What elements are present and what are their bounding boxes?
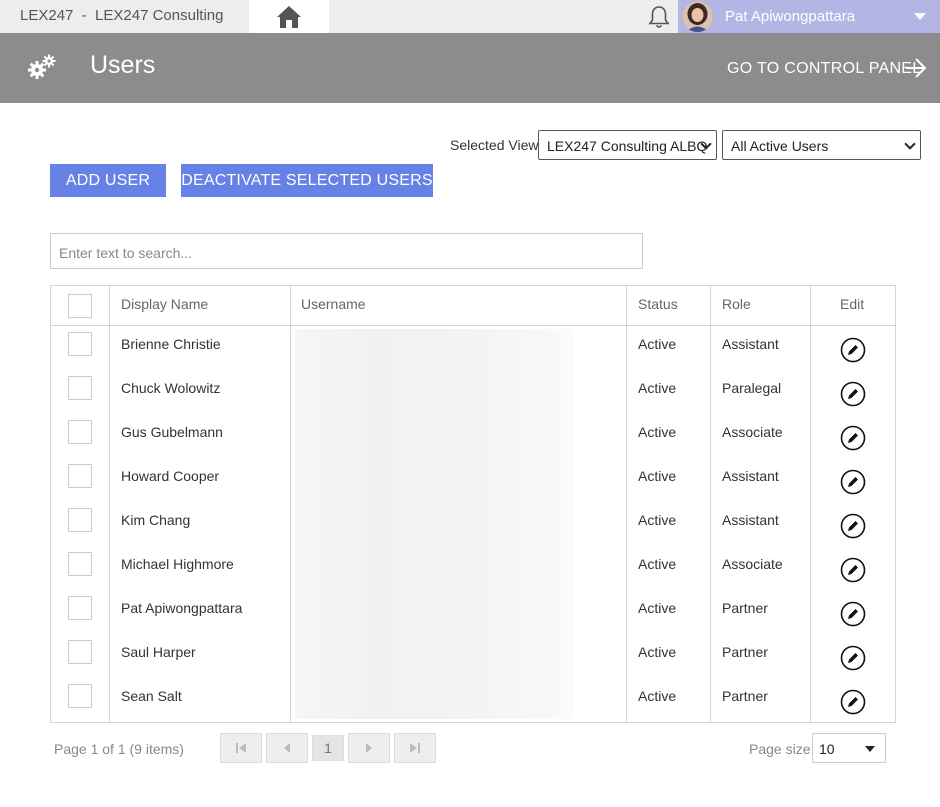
user-filter-select[interactable]: All Active Users	[722, 130, 921, 160]
role-cell: Assistant	[722, 468, 779, 484]
chevron-down-icon	[904, 138, 916, 150]
top-bar: LEX247 - LEX247 Consulting Pat Apiwongpa…	[0, 0, 940, 33]
home-button[interactable]	[249, 0, 329, 33]
edit-icon[interactable]	[840, 381, 866, 407]
previous-page-icon	[284, 743, 290, 753]
status-cell: Active	[638, 600, 677, 616]
edit-icon[interactable]	[840, 513, 866, 539]
status-cell: Active	[638, 336, 677, 352]
role-cell: Assistant	[722, 512, 779, 528]
bell-icon[interactable]	[646, 4, 672, 30]
display-name-cell: Michael Highmore	[121, 556, 234, 572]
status-cell: Active	[638, 644, 677, 660]
row-checkbox[interactable]	[68, 376, 92, 400]
display-name-cell: Chuck Wolowitz	[121, 380, 221, 396]
table-row[interactable]: Saul Harper Active Partner	[51, 634, 895, 678]
office-select-value: LEX247 Consulting ALBQ	[547, 138, 708, 154]
control-panel-link[interactable]: GO TO CONTROL PANEL	[727, 60, 921, 78]
table-row[interactable]: Kim Chang Active Assistant	[51, 502, 895, 546]
column-header-role[interactable]: Role	[722, 296, 751, 312]
table-row[interactable]: Michael Highmore Active Associate	[51, 546, 895, 590]
user-name: Pat Apiwongpattara	[725, 8, 856, 25]
table-row[interactable]: Brienne Christie Active Assistant	[51, 326, 895, 370]
status-cell: Active	[638, 468, 677, 484]
chevron-down-icon	[914, 13, 926, 20]
role-cell: Paralegal	[722, 380, 782, 396]
last-page-button[interactable]	[394, 733, 436, 763]
role-cell: Partner	[722, 644, 768, 660]
column-header-username[interactable]: Username	[301, 296, 366, 312]
display-name-cell: Sean Salt	[121, 688, 182, 704]
gears-icon	[28, 54, 56, 79]
page-title: Users	[90, 51, 156, 79]
page-size-label: Page size:	[749, 741, 815, 757]
role-cell: Partner	[722, 688, 768, 704]
table-header: Display Name Username Status Role Edit	[51, 286, 895, 326]
display-name-cell: Brienne Christie	[121, 336, 221, 352]
user-filter-value: All Active Users	[731, 138, 829, 154]
edit-icon[interactable]	[840, 645, 866, 671]
page-number-button[interactable]: 1	[312, 735, 344, 761]
role-cell: Associate	[722, 424, 783, 440]
table-row[interactable]: Pat Apiwongpattara Active Partner	[51, 590, 895, 634]
row-checkbox[interactable]	[68, 596, 92, 620]
brand-title: LEX247 - LEX247 Consulting	[20, 7, 224, 24]
edit-icon[interactable]	[840, 425, 866, 451]
row-checkbox[interactable]	[68, 684, 92, 708]
edit-icon[interactable]	[840, 469, 866, 495]
caret-down-icon	[865, 746, 875, 752]
arrow-right-icon[interactable]	[904, 57, 928, 79]
last-page-icon	[410, 743, 420, 753]
row-checkbox[interactable]	[68, 508, 92, 532]
edit-icon[interactable]	[840, 337, 866, 363]
next-page-button[interactable]	[348, 733, 390, 763]
first-page-button[interactable]	[220, 733, 262, 763]
office-select[interactable]: LEX247 Consulting ALBQ	[538, 130, 717, 160]
home-icon	[277, 5, 301, 28]
status-cell: Active	[638, 556, 677, 572]
role-cell: Partner	[722, 600, 768, 616]
users-table: Display Name Username Status Role Edit B…	[50, 285, 896, 723]
column-header-display-name[interactable]: Display Name	[121, 296, 208, 312]
page-size-value: 10	[819, 741, 835, 757]
search-input[interactable]: Enter text to search...	[50, 233, 643, 269]
previous-page-button[interactable]	[266, 733, 308, 763]
display-name-cell: Saul Harper	[121, 644, 196, 660]
row-checkbox[interactable]	[68, 420, 92, 444]
edit-icon[interactable]	[840, 557, 866, 583]
table-row[interactable]: Gus Gubelmann Active Associate	[51, 414, 895, 458]
status-cell: Active	[638, 380, 677, 396]
user-menu[interactable]: Pat Apiwongpattara	[678, 0, 940, 33]
display-name-cell: Kim Chang	[121, 512, 191, 528]
row-checkbox[interactable]	[68, 464, 92, 488]
select-all-checkbox[interactable]	[68, 294, 92, 318]
selected-view-label: Selected View:	[450, 137, 543, 153]
display-name-cell: Howard Cooper	[121, 468, 220, 484]
role-cell: Assistant	[722, 336, 779, 352]
status-cell: Active	[638, 688, 677, 704]
table-row[interactable]: Howard Cooper Active Assistant	[51, 458, 895, 502]
row-checkbox[interactable]	[68, 640, 92, 664]
page-header: Users GO TO CONTROL PANEL	[0, 33, 940, 103]
display-name-cell: Gus Gubelmann	[121, 424, 223, 440]
pager-info: Page 1 of 1 (9 items)	[54, 741, 184, 757]
avatar	[682, 1, 713, 32]
table-row[interactable]: Chuck Wolowitz Active Paralegal	[51, 370, 895, 414]
status-cell: Active	[638, 424, 677, 440]
deactivate-selected-users-button[interactable]: DEACTIVATE SELECTED USERS	[181, 164, 433, 197]
first-page-icon	[236, 743, 246, 753]
edit-icon[interactable]	[840, 689, 866, 715]
column-header-edit: Edit	[840, 296, 865, 312]
page-size-select[interactable]: 10	[812, 733, 886, 763]
edit-icon[interactable]	[840, 601, 866, 627]
table-row[interactable]: Sean Salt Active Partner	[51, 678, 895, 722]
column-header-status[interactable]: Status	[638, 296, 678, 312]
role-cell: Associate	[722, 556, 783, 572]
next-page-icon	[366, 743, 372, 753]
add-user-button[interactable]: ADD USER	[50, 164, 166, 197]
row-checkbox[interactable]	[68, 552, 92, 576]
status-cell: Active	[638, 512, 677, 528]
row-checkbox[interactable]	[68, 332, 92, 356]
display-name-cell: Pat Apiwongpattara	[121, 600, 243, 616]
